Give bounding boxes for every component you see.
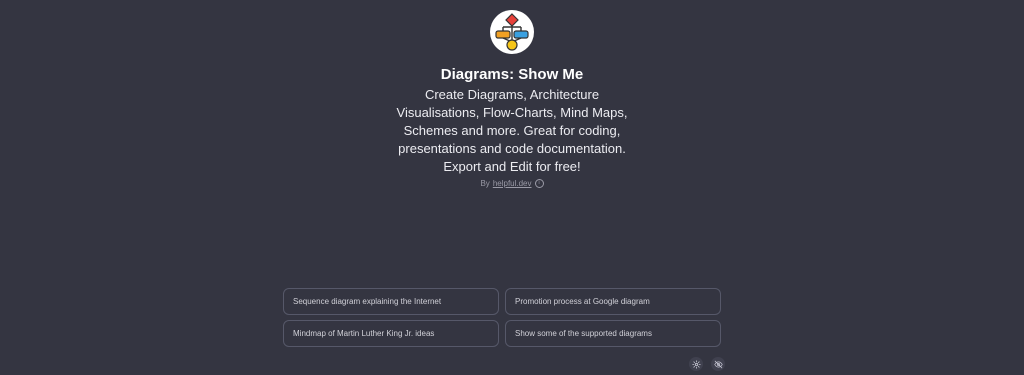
starter-button[interactable]: Show some of the supported diagrams bbox=[505, 320, 721, 347]
gpt-title: Diagrams: Show Me bbox=[440, 66, 584, 83]
settings-button[interactable] bbox=[689, 357, 703, 371]
gear-icon bbox=[691, 359, 701, 369]
author-byline: By helpful.dev i bbox=[480, 179, 544, 188]
corner-controls bbox=[689, 357, 725, 371]
gpt-landing-page: Diagrams: Show Me Create Diagrams, Archi… bbox=[0, 0, 1024, 375]
starter-button[interactable]: Promotion process at Google diagram bbox=[505, 288, 721, 315]
gpt-description: Create Diagrams, Architecture Visualisat… bbox=[396, 87, 628, 174]
author-link[interactable]: helpful.dev bbox=[493, 179, 532, 188]
flowchart-logo-icon bbox=[490, 10, 534, 54]
info-icon[interactable]: i bbox=[534, 179, 544, 188]
gpt-hero: Diagrams: Show Me Create Diagrams, Archi… bbox=[0, 10, 1024, 188]
hide-button[interactable] bbox=[711, 357, 725, 371]
conversation-starters: Sequence diagram explaining the Internet… bbox=[283, 288, 721, 347]
eye-off-icon bbox=[713, 360, 723, 368]
by-prefix: By bbox=[480, 179, 490, 188]
starter-button[interactable]: Sequence diagram explaining the Internet bbox=[283, 288, 499, 315]
starter-button[interactable]: Mindmap of Martin Luther King Jr. ideas bbox=[283, 320, 499, 347]
